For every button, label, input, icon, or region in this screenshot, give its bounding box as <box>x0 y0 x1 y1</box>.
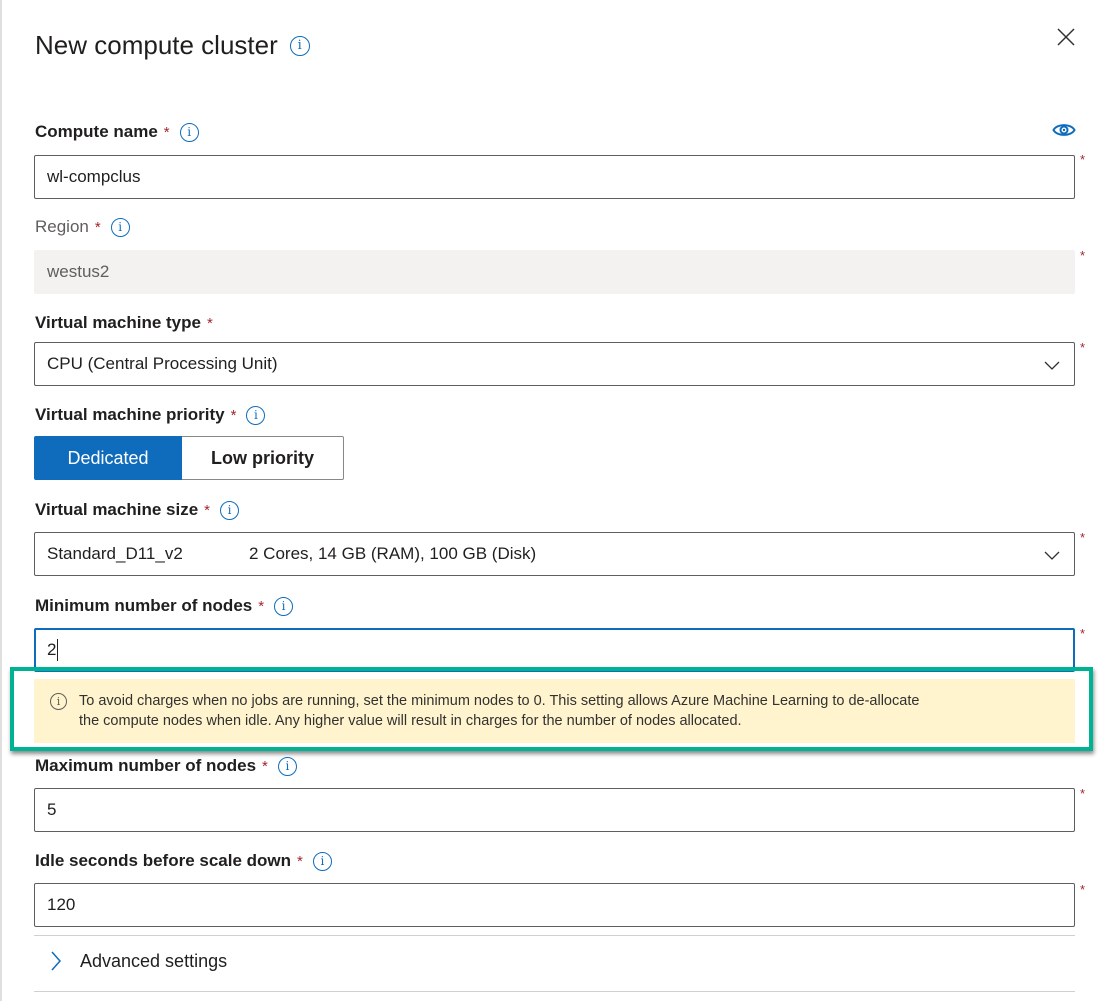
idle-seconds-label-text: Idle seconds before scale down <box>35 851 292 870</box>
vm-size-label-text: Virtual machine size <box>35 500 199 519</box>
region-label-text: Region <box>35 217 89 236</box>
compute-name-value: wl-compclus <box>47 167 141 186</box>
vm-size-dropdown[interactable]: Standard_D11_v2 2 Cores, 14 GB (RAM), 10… <box>34 532 1075 576</box>
panel-title-text: New compute cluster <box>35 30 278 60</box>
required-marker: * <box>230 406 237 424</box>
chevron-right-icon <box>51 951 62 971</box>
required-star: * <box>1080 152 1086 167</box>
vm-size-name: Standard_D11_v2 <box>47 544 183 563</box>
divider <box>34 935 1075 936</box>
vm-size-info-icon[interactable]: i <box>220 500 239 520</box>
compute-name-info-icon[interactable]: i <box>179 122 199 142</box>
required-marker: * <box>262 757 268 775</box>
priority-dedicated-button[interactable]: Dedicated <box>34 436 182 480</box>
required-star: * <box>1080 340 1086 355</box>
region-input: westus2 <box>34 250 1075 294</box>
max-nodes-label-text: Maximum number of nodes <box>35 756 257 775</box>
close-icon[interactable] <box>1055 26 1077 48</box>
max-nodes-info-icon[interactable]: i <box>277 756 297 776</box>
required-marker: * <box>204 501 210 519</box>
required-star: * <box>1080 882 1086 897</box>
chevron-down-icon <box>1044 551 1060 560</box>
region-info-icon[interactable]: i <box>110 217 130 237</box>
min-nodes-label-text: Minimum number of nodes <box>35 596 253 615</box>
region-value: westus2 <box>47 262 110 281</box>
idle-seconds-input[interactable]: 120 <box>34 883 1075 927</box>
required-marker: * <box>163 123 170 141</box>
compute-name-label: Compute name * i <box>35 122 199 142</box>
vm-size-label: Virtual machine size * i <box>35 500 239 520</box>
annotation-highlight-box <box>10 667 1093 751</box>
vm-type-dropdown[interactable]: CPU (Central Processing Unit) <box>34 342 1075 386</box>
min-nodes-input[interactable]: 2 <box>34 628 1075 672</box>
required-star: * <box>1080 786 1086 801</box>
min-nodes-value: 2 <box>47 640 57 659</box>
idle-seconds-value: 120 <box>47 895 76 914</box>
required-marker: * <box>206 314 213 332</box>
compute-name-input[interactable]: wl-compclus <box>34 155 1075 199</box>
required-star: * <box>1080 626 1086 641</box>
text-cursor <box>57 639 59 661</box>
max-nodes-value: 5 <box>47 800 57 819</box>
required-marker: * <box>94 218 101 236</box>
eye-icon[interactable] <box>1052 122 1076 138</box>
title-info-icon[interactable]: i <box>289 35 310 56</box>
vm-type-label: Virtual machine type * <box>35 313 213 333</box>
min-nodes-info-icon[interactable]: i <box>274 596 294 616</box>
vm-priority-info-icon[interactable]: i <box>246 405 266 425</box>
max-nodes-input[interactable]: 5 <box>34 788 1075 832</box>
required-star: * <box>1080 248 1086 263</box>
min-nodes-label: Minimum number of nodes * i <box>35 596 294 616</box>
vm-priority-label: Virtual machine priority * i <box>35 405 266 425</box>
idle-seconds-label: Idle seconds before scale down * i <box>35 851 332 871</box>
region-label: Region * i <box>35 217 130 237</box>
required-marker: * <box>297 852 303 870</box>
vm-type-label-text: Virtual machine type <box>35 313 201 332</box>
vm-priority-label-text: Virtual machine priority <box>35 405 225 424</box>
priority-low-button[interactable]: Low priority <box>182 436 344 480</box>
vm-priority-toggle-group: Dedicated Low priority <box>34 436 344 480</box>
panel-title: New compute cluster i <box>35 30 310 61</box>
required-marker: * <box>258 597 265 615</box>
vm-size-spec: 2 Cores, 14 GB (RAM), 100 GB (Disk) <box>249 544 537 563</box>
max-nodes-label: Maximum number of nodes * i <box>35 756 297 776</box>
chevron-down-icon <box>1044 361 1060 370</box>
vm-type-value: CPU (Central Processing Unit) <box>47 354 278 373</box>
compute-name-label-text: Compute name <box>35 122 158 141</box>
advanced-settings-label: Advanced settings <box>80 950 228 971</box>
divider <box>34 991 1075 992</box>
idle-seconds-info-icon[interactable]: i <box>312 851 332 871</box>
advanced-settings-toggle[interactable]: Advanced settings <box>50 950 227 972</box>
required-star: * <box>1080 530 1086 545</box>
panel-left-edge <box>0 0 2 1001</box>
